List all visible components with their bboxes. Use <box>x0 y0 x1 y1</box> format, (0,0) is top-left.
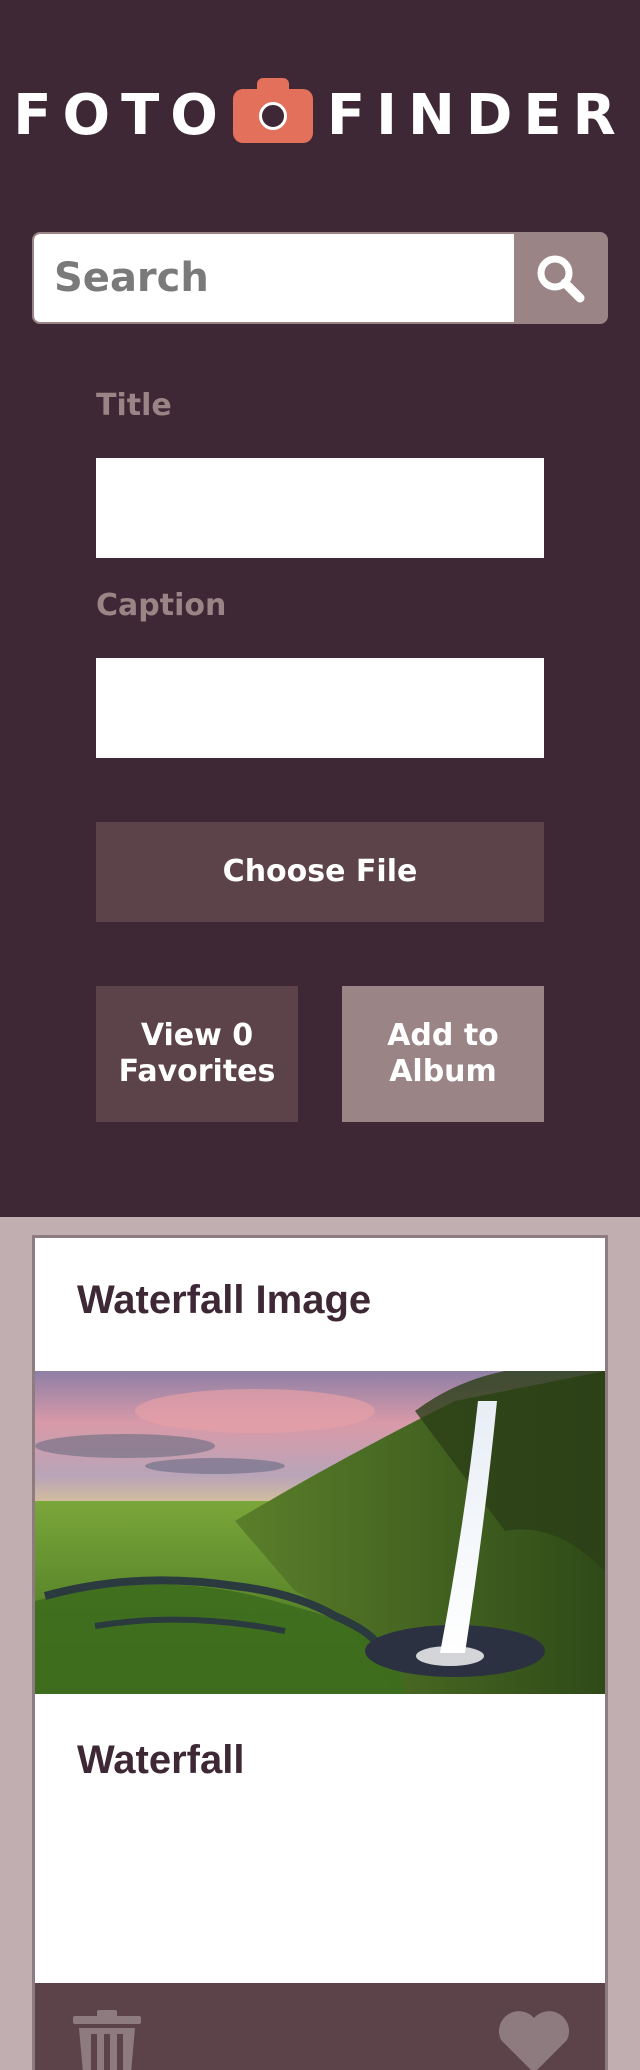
camera-icon <box>232 78 313 143</box>
title-field[interactable] <box>96 458 544 558</box>
card-title: Waterfall Image <box>77 1278 372 1322</box>
trash-icon[interactable] <box>69 2008 145 2070</box>
search-input[interactable] <box>34 234 514 322</box>
waterfall-image[interactable] <box>35 1371 605 1694</box>
choose-file-button[interactable]: Choose File <box>96 822 544 922</box>
card-footer <box>35 1983 605 2070</box>
logo-text-left: FOTO <box>13 83 229 148</box>
search-icon <box>537 255 585 303</box>
title-label: Title <box>96 388 172 423</box>
search-button[interactable] <box>514 234 606 322</box>
add-to-album-button[interactable]: Add to Album <box>342 986 544 1122</box>
search-bar <box>32 232 608 324</box>
card-caption: Waterfall <box>77 1738 245 1782</box>
view-favorites-button[interactable]: View 0 Favorites <box>96 986 298 1122</box>
photo-card: Waterfall Image Waterfall <box>32 1235 608 2070</box>
logo-text-right: FINDER <box>326 83 627 148</box>
caption-field[interactable] <box>96 658 544 758</box>
header-section: FOTO FINDER Title Caption Choose File Vi… <box>0 0 640 1217</box>
app-logo: FOTO FINDER <box>0 78 640 152</box>
heart-icon[interactable] <box>493 2008 575 2070</box>
caption-label: Caption <box>96 588 227 623</box>
